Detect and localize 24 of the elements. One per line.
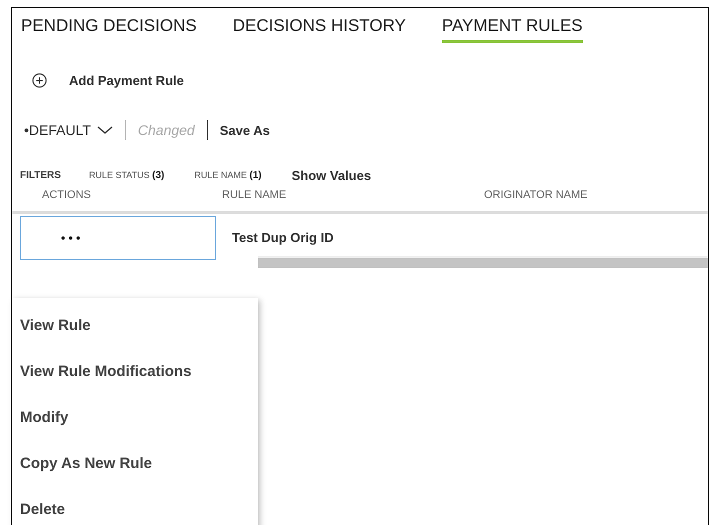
show-values-button[interactable]: Show Values [292,168,372,183]
tab[interactable]: PAYMENT RULES [442,16,583,43]
save-as-button[interactable]: Save As [220,122,270,138]
column-header: ACTIONS [41,189,92,201]
menu-item[interactable]: Copy As New Rule [12,440,258,486]
tab[interactable]: PENDING DECISIONS [21,16,197,43]
actions-button[interactable]: • • • [20,216,216,260]
menu-item[interactable]: Modify [12,394,258,440]
chevron-down-icon [96,125,113,135]
menu-item[interactable]: Delete [12,486,258,525]
filters-label: FILTERS [20,170,61,181]
menu-item[interactable]: View Rule Modifications [12,348,258,394]
plus-circle-icon [32,73,47,88]
tab[interactable]: DECISIONS HISTORY [232,16,406,43]
column-header: RULE NAME [222,189,288,201]
filter-chip[interactable]: RULE STATUS (3) [88,170,164,181]
column-header: ORIGINATOR NAME [484,189,588,201]
view-dropdown[interactable]: •DEFAULT [24,122,113,138]
filter-chip[interactable]: RULE NAME (1) [194,170,262,181]
horizontal-scrollbar[interactable] [258,256,708,268]
table-cell-text: Test Dup Orig ID [231,230,335,244]
status-text: Changed [138,122,195,138]
menu-item[interactable]: View Rule [12,302,258,348]
add-payment-rule-button[interactable]: Add Payment Rule [32,73,184,88]
